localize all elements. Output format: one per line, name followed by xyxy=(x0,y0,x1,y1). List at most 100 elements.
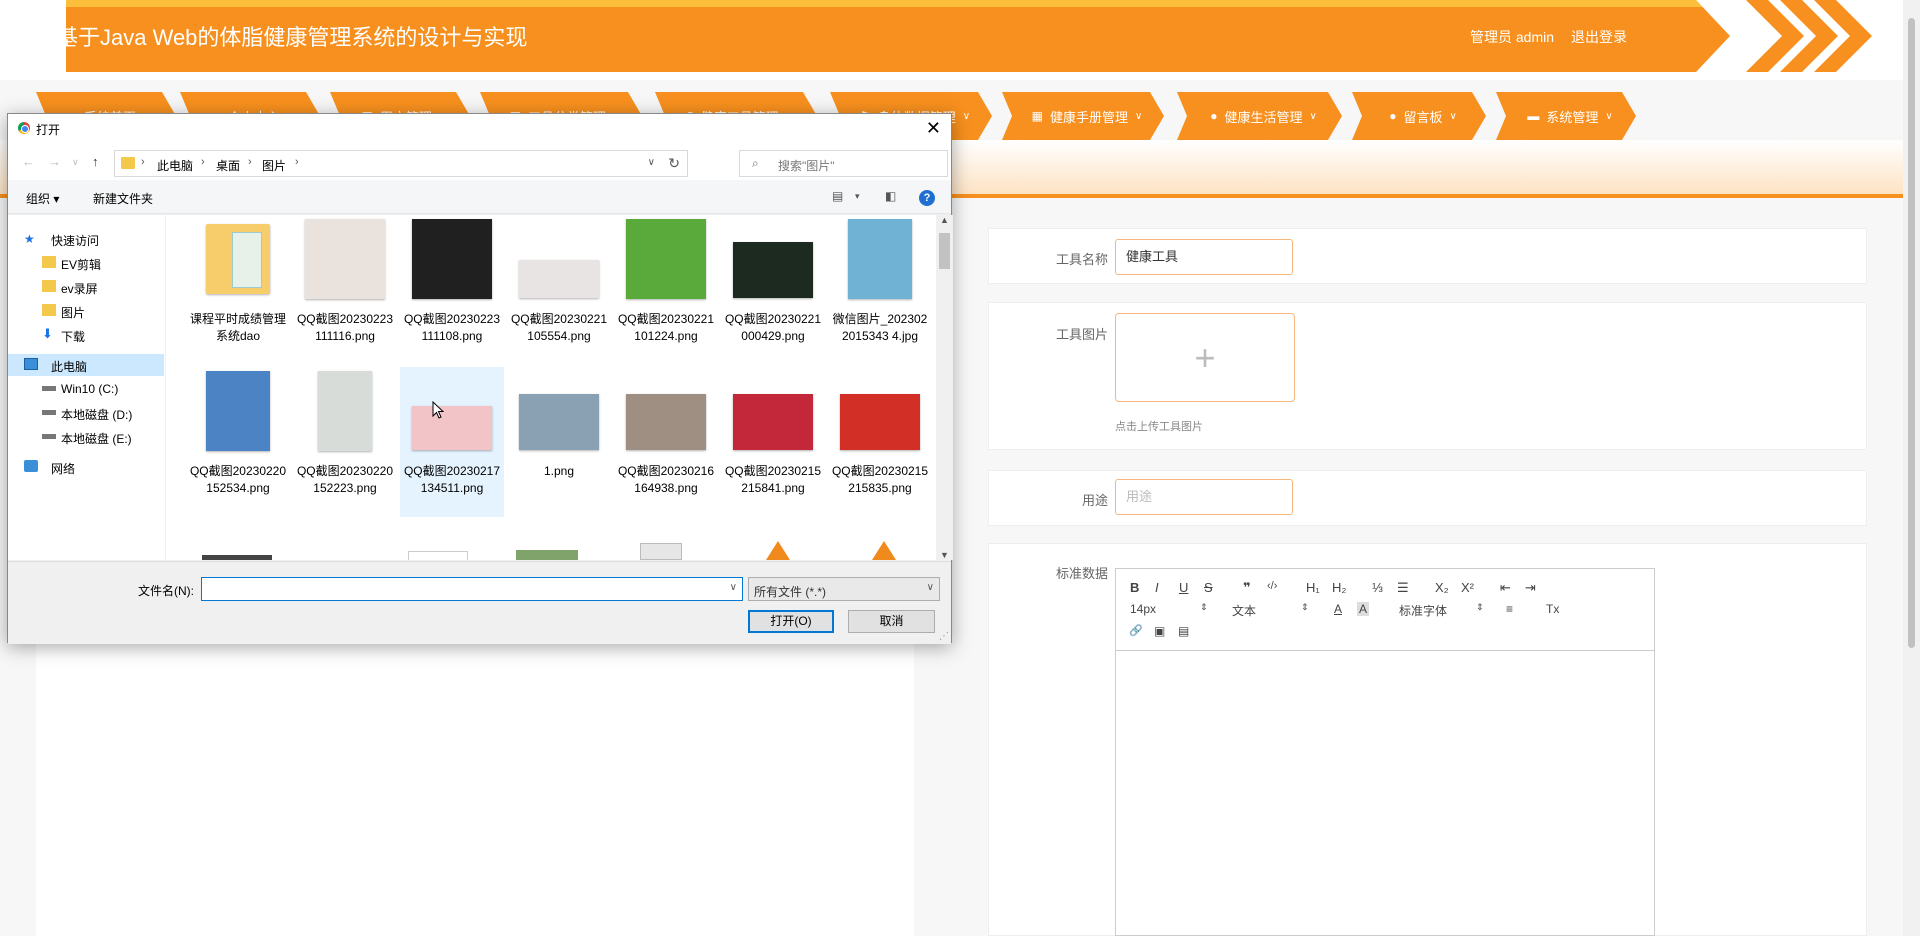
usage-label: 用途 xyxy=(1081,493,1108,508)
nav-item-system[interactable]: ▬ 系统管理 ∨ xyxy=(1496,92,1636,140)
tree-item-pictures[interactable]: 图片 xyxy=(8,300,164,322)
resize-grip-icon[interactable]: ⋰ xyxy=(939,631,949,642)
address-bar[interactable]: › 此电脑 › 桌面 › 图片 › ∨ ↻ xyxy=(114,150,688,177)
code-button[interactable]: ‹/› xyxy=(1267,580,1277,592)
video-insert-button[interactable]: ▤ xyxy=(1178,624,1189,638)
open-button[interactable]: 打开(O) xyxy=(748,610,834,633)
page-scrollbar[interactable] xyxy=(1903,0,1920,936)
tree-item-this-pc[interactable]: 此电脑 xyxy=(8,354,164,376)
file-item[interactable]: QQ截图20230221105554.png xyxy=(507,215,611,365)
search-box[interactable]: ⌕ 搜索"图片" xyxy=(739,150,948,177)
image-thumbnail-icon xyxy=(626,219,706,299)
nav-item-message-board[interactable]: ● 留言板 ∨ xyxy=(1352,92,1486,140)
back-arrow-icon[interactable]: ← xyxy=(22,154,35,169)
file-list: 课程平时成绩管理系统dao QQ截图20230223111116.png QQ截… xyxy=(166,215,936,560)
page-scrollbar-thumb[interactable] xyxy=(1908,18,1915,648)
superscript-button[interactable]: X² xyxy=(1461,580,1474,595)
tree-item-drive-c[interactable]: Win10 (C:) xyxy=(8,378,164,400)
format-select[interactable]: 文本 xyxy=(1232,602,1256,619)
file-item[interactable]: QQ截图20230223111108.png xyxy=(400,215,504,365)
preview-pane-icon[interactable]: ◧ xyxy=(885,189,896,203)
logout-link[interactable]: 退出登录 xyxy=(1571,27,1627,47)
scrollbar-thumb[interactable] xyxy=(939,233,950,269)
file-item[interactable]: QQ截图20230221101224.png xyxy=(614,215,718,365)
cancel-button[interactable]: 取消 xyxy=(848,610,935,633)
subscript-button[interactable]: X₂ xyxy=(1435,580,1449,595)
file-item-hovered[interactable]: QQ截图20230217134511.png xyxy=(400,367,504,517)
ordered-list-button[interactable]: ⅓ xyxy=(1372,580,1383,595)
view-mode-icon[interactable]: ▤ xyxy=(832,189,843,203)
h1-button[interactable]: H₁ xyxy=(1306,580,1320,595)
filename-input[interactable]: ∨ xyxy=(201,577,743,601)
new-folder-button[interactable]: 新建文件夹 xyxy=(93,190,153,207)
tree-item-drive-d[interactable]: 本地磁盘 (D:) xyxy=(8,402,164,424)
close-icon[interactable]: ✕ xyxy=(926,118,941,139)
tree-item-network[interactable]: 网络 xyxy=(8,456,164,478)
font-color-button[interactable]: A xyxy=(1334,602,1342,616)
image-thumbnail-icon xyxy=(412,406,492,450)
file-item[interactable]: QQ截图20230220152534.png xyxy=(186,367,290,517)
vlc-icon xyxy=(872,541,896,560)
chevron-down-icon[interactable]: ∨ xyxy=(648,157,655,168)
font-size-select[interactable]: 14px xyxy=(1130,602,1156,616)
align-button[interactable]: ≡ xyxy=(1506,602,1513,616)
recent-dropdown-icon[interactable]: ∨ xyxy=(72,157,79,168)
file-item[interactable]: QQ截图20230220152223.png xyxy=(293,367,397,517)
scroll-up-arrow-icon[interactable]: ▲ xyxy=(940,215,949,225)
strike-button[interactable]: S xyxy=(1204,580,1213,595)
underline-button[interactable]: U xyxy=(1179,580,1188,595)
background-color-button[interactable]: A xyxy=(1357,602,1370,616)
italic-button[interactable]: I xyxy=(1155,580,1159,595)
up-arrow-icon[interactable]: ↑ xyxy=(92,154,99,169)
nav-item-handbook[interactable]: ▦ 健康手册管理 ∨ xyxy=(1002,92,1164,140)
tree-item-drive-e[interactable]: 本地磁盘 (E:) xyxy=(8,426,164,448)
h2-button[interactable]: H₂ xyxy=(1332,580,1346,595)
file-list-scrollbar[interactable]: ▲ ▼ xyxy=(936,215,953,560)
refresh-icon[interactable]: ↻ xyxy=(668,155,680,172)
breadcrumb-desktop[interactable]: 桌面 xyxy=(216,157,240,174)
scroll-down-arrow-icon[interactable]: ▼ xyxy=(940,550,949,560)
file-item[interactable]: QQ截图20230223111116.png xyxy=(293,215,397,365)
nav-item-healthy-life[interactable]: ● 健康生活管理 ∨ xyxy=(1177,92,1342,140)
file-item[interactable]: QQ截图20230215215835.png xyxy=(828,367,932,517)
file-item[interactable]: QQ截图20230215215841.png xyxy=(721,367,825,517)
indent-button[interactable]: ⇥ xyxy=(1525,580,1536,596)
chevron-down-icon[interactable]: ∨ xyxy=(730,582,737,593)
file-item[interactable]: QQ截图20230216164938.png xyxy=(614,367,718,517)
file-item[interactable]: 微信图片_2023022015343 4.jpg xyxy=(828,215,932,365)
file-item[interactable]: 课程平时成绩管理系统dao xyxy=(186,215,290,365)
clear-format-button[interactable]: Tx xyxy=(1546,602,1559,616)
chevron-down-icon[interactable]: ▾ xyxy=(855,191,860,202)
network-icon xyxy=(24,460,38,472)
font-family-select[interactable]: 标准字体 xyxy=(1399,602,1447,619)
bullet-list-button[interactable]: ☰ xyxy=(1397,580,1409,596)
filetype-select[interactable]: 所有文件 (*.*) ∨ xyxy=(748,577,940,601)
image-insert-button[interactable]: ▣ xyxy=(1154,624,1165,638)
organize-button[interactable]: 组织 ▾ xyxy=(26,190,59,207)
breadcrumb-this-pc[interactable]: 此电脑 xyxy=(157,157,193,174)
tree-item-ev-edit[interactable]: EV剪辑 xyxy=(8,252,164,274)
blockquote-button[interactable]: ❞ xyxy=(1243,580,1251,596)
outdent-button[interactable]: ⇤ xyxy=(1500,580,1511,596)
folder-icon xyxy=(121,157,135,169)
link-button[interactable]: 🔗 xyxy=(1129,624,1143,637)
file-item[interactable]: QQ截图20230221000429.png xyxy=(721,215,825,365)
chevron-down-icon: ∨ xyxy=(1309,110,1317,122)
forward-arrow-icon[interactable]: → xyxy=(48,154,61,169)
file-item[interactable]: 1.png xyxy=(507,367,611,517)
usage-input[interactable]: 用途 xyxy=(1115,479,1293,515)
tree-item-quick-access[interactable]: ★ 快速访问 xyxy=(8,228,164,250)
tree-item-downloads[interactable]: ⬇ 下载 xyxy=(8,324,164,346)
breadcrumb-pictures[interactable]: 图片 xyxy=(262,157,286,174)
help-icon[interactable]: ? xyxy=(919,190,935,206)
image-upload-box[interactable]: + xyxy=(1115,313,1295,402)
chevron-right-icon: › xyxy=(141,156,145,168)
bold-button[interactable]: B xyxy=(1130,580,1139,595)
tool-name-input[interactable]: 健康工具 xyxy=(1115,239,1293,275)
image-thumbnail-icon xyxy=(733,242,813,298)
partial-thumbnail xyxy=(408,551,468,560)
tree-item-ev-record[interactable]: ev录屏 xyxy=(8,276,164,298)
drive-icon xyxy=(42,434,56,439)
folder-icon xyxy=(206,224,270,294)
chevron-down-icon: ∨ xyxy=(1449,110,1457,122)
